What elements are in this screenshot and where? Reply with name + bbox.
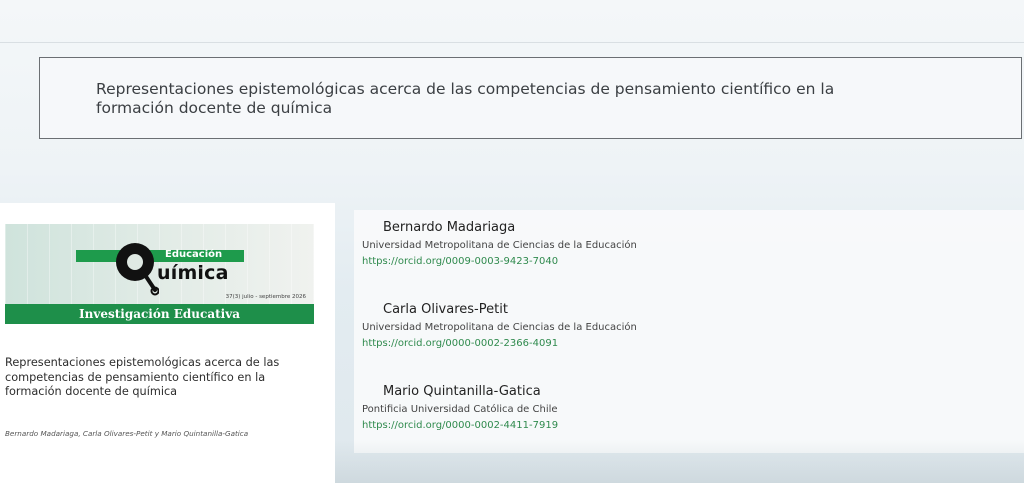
author-orcid-link[interactable]: https://orcid.org/0000-0002-2366-4091: [362, 337, 637, 350]
cover-article-title: Representaciones epistemológicas acerca …: [5, 356, 280, 398]
flask-q-logo-icon: [116, 243, 159, 296]
education-label: Educación: [165, 249, 223, 260]
background-building-image: [335, 440, 1024, 483]
author-name: Mario Quintanilla-Gatica: [383, 384, 541, 399]
section-label: Investigación Educativa: [5, 304, 314, 324]
author-orcid-link[interactable]: https://orcid.org/0009-0003-9423-7040: [362, 255, 637, 268]
author-affiliation: Universidad Metropolitana de Ciencias de…: [362, 240, 637, 251]
article-title: Representaciones epistemológicas acerca …: [96, 80, 835, 117]
journal-banner: Educación uímica 37(3) julio - septiembr…: [5, 224, 314, 324]
journal-cover-card[interactable]: Educación uímica 37(3) julio - septiembr…: [0, 203, 335, 483]
article-title-box: Representaciones epistemológicas acerca …: [39, 57, 1022, 139]
issue-label: 37(3) julio - septiembre 2026: [225, 294, 306, 300]
author-name: Carla Olivares-Petit: [383, 302, 508, 317]
author-affiliation: Universidad Metropolitana de Ciencias de…: [362, 322, 637, 333]
cover-authors: Bernardo Madariaga, Carla Olivares-Petit…: [5, 429, 249, 438]
author-orcid-link[interactable]: https://orcid.org/0000-0002-4411-7919: [362, 419, 558, 432]
quimica-logo-text: uímica: [157, 262, 229, 284]
author-entry: Bernardo Madariaga Universidad Metropoli…: [362, 219, 637, 268]
header-divider: [0, 42, 1024, 43]
author-entry: Carla Olivares-Petit Universidad Metropo…: [362, 301, 637, 350]
author-affiliation: Pontificia Universidad Católica de Chile: [362, 404, 558, 415]
author-entry: Mario Quintanilla-Gatica Pontificia Univ…: [362, 383, 558, 432]
author-name: Bernardo Madariaga: [383, 220, 516, 235]
authors-panel: Bernardo Madariaga Universidad Metropoli…: [354, 210, 1024, 453]
